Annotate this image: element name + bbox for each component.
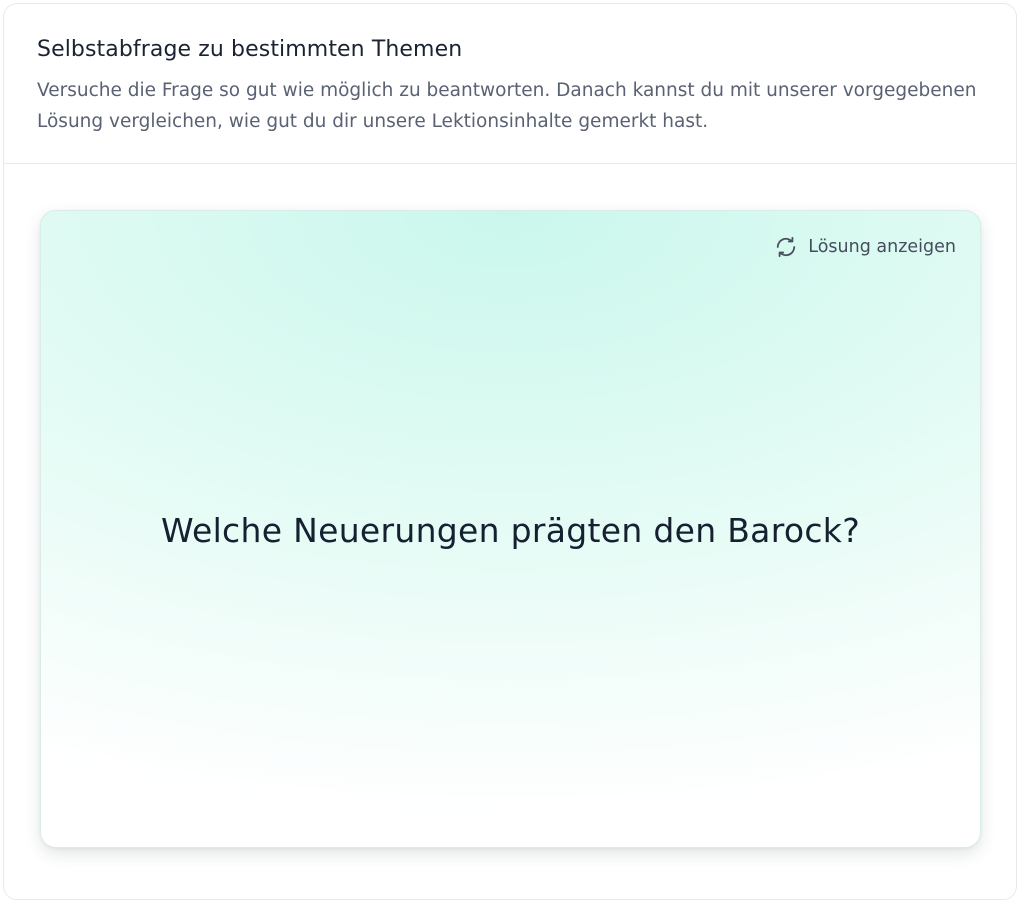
panel-title: Selbstabfrage zu bestimmten Themen bbox=[37, 37, 463, 62]
self-quiz-panel: Selbstabfrage zu bestimmten Themen Versu… bbox=[3, 3, 1017, 900]
show-solution-label: Lösung anzeigen bbox=[808, 237, 956, 257]
panel-description: Versuche die Frage so gut wie möglich zu… bbox=[37, 80, 977, 132]
flashcard[interactable]: Lösung anzeigen Welche Neuerungen prägte… bbox=[40, 210, 981, 848]
refresh-icon bbox=[775, 236, 797, 258]
panel-header: Selbstabfrage zu bestimmten Themen Versu… bbox=[4, 4, 1016, 164]
flashcard-question: Welche Neuerungen prägten den Barock? bbox=[160, 511, 861, 550]
show-solution-button[interactable]: Lösung anzeigen bbox=[775, 236, 956, 258]
